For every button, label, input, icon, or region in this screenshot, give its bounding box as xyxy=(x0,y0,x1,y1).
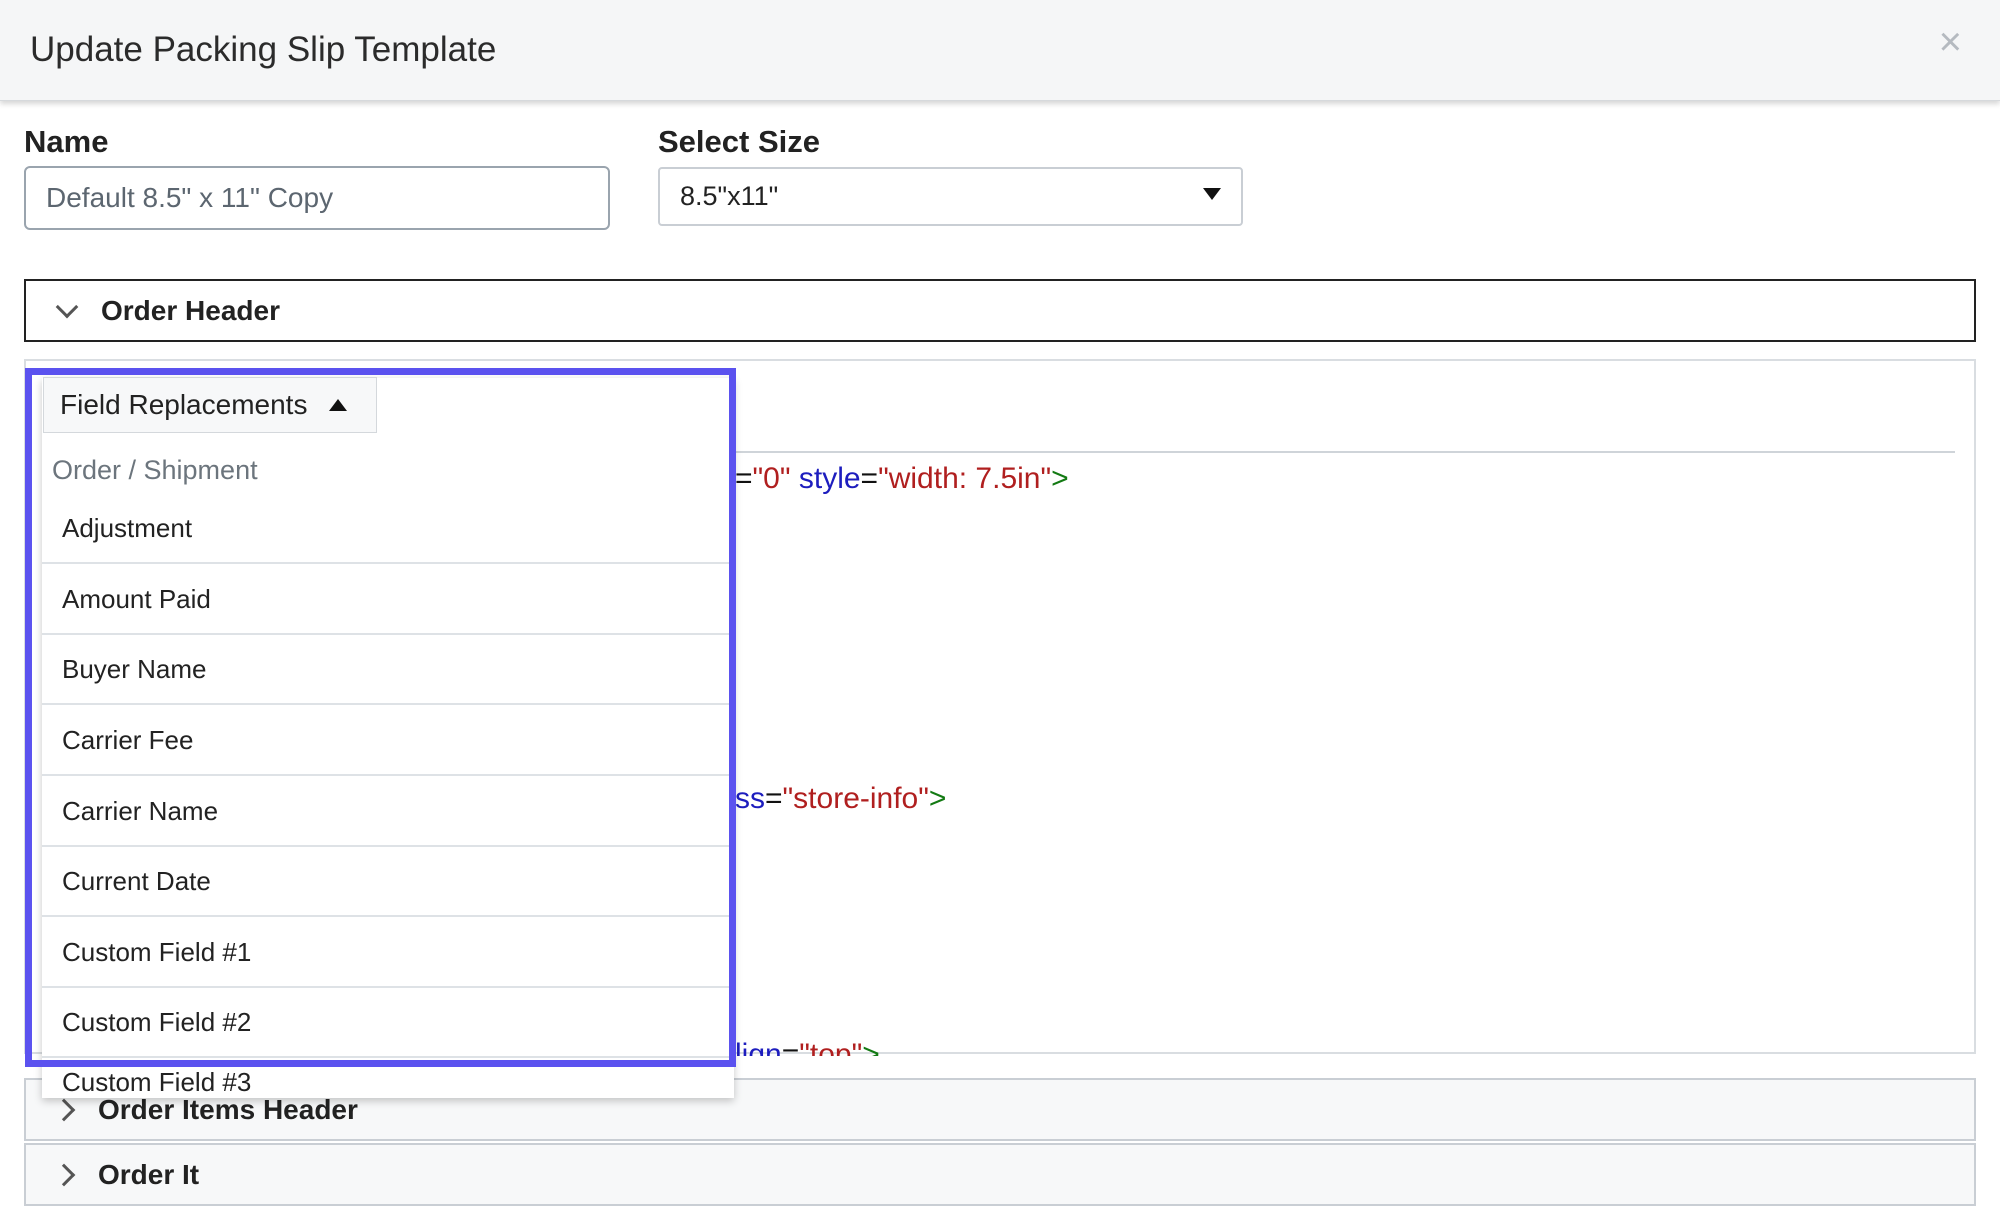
menu-item[interactable]: Carrier Name xyxy=(42,777,730,847)
section-order-header[interactable]: Order Header xyxy=(24,279,1976,342)
code-line-table: ="0" style="width: 7.5in"> xyxy=(735,462,1069,495)
section-order-items-label: Order It xyxy=(98,1158,200,1190)
field-replacements-button[interactable]: Field Replacements xyxy=(43,377,377,433)
section-order-header-label: Order Header xyxy=(101,294,280,326)
chevron-right-icon xyxy=(52,1163,76,1186)
name-input[interactable]: Default 8.5" x 11" Copy xyxy=(24,166,610,230)
section-order-items-header-label: Order Items Header xyxy=(98,1093,358,1125)
field-replacements-label: Field Replacements xyxy=(60,389,308,420)
chevron-down-icon xyxy=(55,295,79,318)
menu-group-header: Order / Shipment xyxy=(52,455,258,485)
code-line-valign: lign="top"> xyxy=(735,1038,880,1056)
menu-item[interactable]: Buyer Name xyxy=(42,635,730,705)
caret-up-icon xyxy=(329,399,348,411)
name-label: Name xyxy=(24,124,109,159)
size-select-value: 8.5"x11" xyxy=(680,181,779,211)
menu-item[interactable]: Adjustment xyxy=(42,494,730,564)
editor-toolbar-divider xyxy=(735,451,1955,453)
code-line-store-info: ss="store-info"> xyxy=(735,782,947,815)
menu-item[interactable]: Custom Field #3 xyxy=(42,1059,730,1095)
modal-title: Update Packing Slip Template xyxy=(30,30,497,69)
chevron-right-icon xyxy=(52,1098,76,1121)
close-icon[interactable]: × xyxy=(1939,22,1962,62)
caret-down-icon xyxy=(1203,188,1221,200)
size-select[interactable]: 8.5"x11" xyxy=(658,167,1243,226)
section-order-items[interactable]: Order It xyxy=(24,1143,1976,1206)
menu-item[interactable]: Custom Field #2 xyxy=(42,988,730,1058)
menu-item[interactable]: Custom Field #1 xyxy=(42,918,730,988)
menu-item[interactable]: Amount Paid xyxy=(42,565,730,635)
size-label: Select Size xyxy=(658,124,820,159)
modal-header: Update Packing Slip Template × xyxy=(0,0,2000,101)
name-input-value: Default 8.5" x 11" Copy xyxy=(46,182,334,213)
menu-item[interactable]: Carrier Fee xyxy=(42,706,730,776)
menu-item[interactable]: Current Date xyxy=(42,847,730,917)
